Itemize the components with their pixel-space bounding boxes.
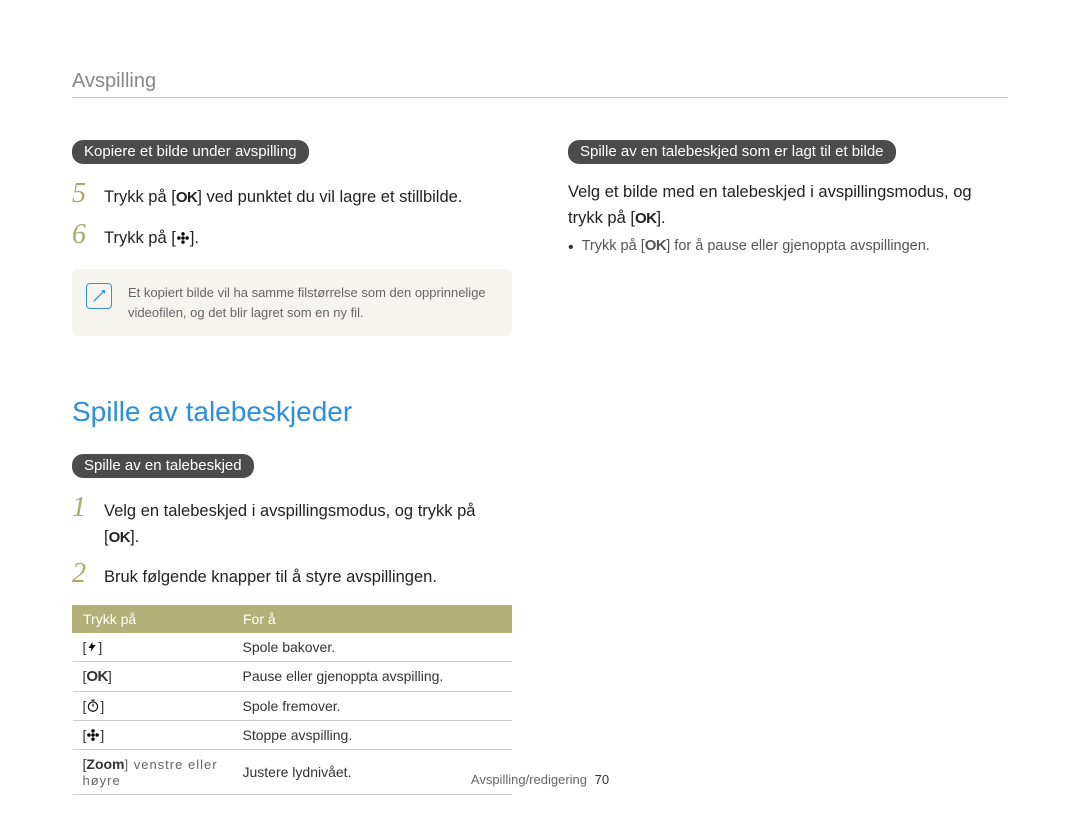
bullet-post: ] for å pause eller gjenoppta avspilling… <box>666 238 930 254</box>
step6-text-post: ]. <box>190 229 199 247</box>
right-body-post: ]. <box>656 209 665 227</box>
table-row: [] Spole bakover. <box>73 632 512 661</box>
table-row: [] Spole fremover. <box>73 691 512 720</box>
step6-text-pre: Trykk på [ <box>104 229 176 247</box>
step1-text-pre: Velg en talebeskjed i avspillingsmodus, … <box>104 502 475 546</box>
cell-desc: Pause eller gjenoppta avspilling. <box>233 661 512 691</box>
breadcrumb: Avspilling <box>72 70 1008 98</box>
table-header-press: Trykk på <box>73 605 233 632</box>
cell-desc: Spole fremover. <box>233 691 512 720</box>
table-row: [] Stoppe avspilling. <box>73 720 512 749</box>
step5-text-pre: Trykk på [ <box>104 188 176 206</box>
left-column: Kopiere et bilde under avspilling 5 Tryk… <box>72 140 512 795</box>
ok-icon: OK <box>86 668 108 685</box>
pill-play-voice: Spille av en talebeskjed <box>72 454 254 478</box>
step-number-2: 2 <box>72 560 92 588</box>
section-title: Spille av talebeskjeder <box>72 396 512 428</box>
footer-page-number: 70 <box>595 772 609 787</box>
pill-copy-image: Kopiere et bilde under avspilling <box>72 140 309 164</box>
note-icon <box>86 283 112 309</box>
cell-key-flower: [] <box>73 720 233 749</box>
footer-section: Avspilling/redigering <box>471 772 587 787</box>
flash-icon <box>86 640 98 654</box>
step-number-5: 5 <box>72 180 92 208</box>
note-box: Et kopiert bilde vil ha samme filstørrel… <box>72 269 512 336</box>
right-body-pre: Velg et bilde med en talebeskjed i avspi… <box>568 183 972 227</box>
step-2: 2 Bruk følgende knapper til å styre avsp… <box>72 560 512 591</box>
flower-icon <box>86 728 100 742</box>
cell-key-ok: [OK] <box>73 661 233 691</box>
bullet-pre: Trykk på [ <box>582 238 645 254</box>
ok-icon: OK <box>645 237 667 254</box>
cell-key-flash: [] <box>73 632 233 661</box>
step-6: 6 Trykk på []. <box>72 221 512 252</box>
note-text: Et kopiert bilde vil ha samme filstørrel… <box>128 285 486 320</box>
step2-text: Bruk følgende knapper til å styre avspil… <box>104 565 437 591</box>
right-bullet: • Trykk på [OK] for å pause eller gjenop… <box>568 237 1008 259</box>
step5-text-post: ] ved punktet du vil lagre et stillbilde… <box>197 188 462 206</box>
pill-play-attached-voice: Spille av en talebeskjed som er lagt til… <box>568 140 896 164</box>
step1-text-post: ]. <box>130 528 139 546</box>
step-5: 5 Trykk på [OK] ved punktet du vil lagre… <box>72 180 512 211</box>
flower-icon <box>176 231 190 245</box>
step-1: 1 Velg en talebeskjed i avspillingsmodus… <box>72 494 512 550</box>
ok-icon: OK <box>109 529 131 546</box>
step-number-1: 1 <box>72 494 92 522</box>
page-footer: Avspilling/redigering 70 <box>0 772 1080 787</box>
ok-icon: OK <box>635 210 657 227</box>
cell-key-timer: [] <box>73 691 233 720</box>
table-row: [OK] Pause eller gjenoppta avspilling. <box>73 661 512 691</box>
right-column: Spille av en talebeskjed som er lagt til… <box>568 140 1008 795</box>
zoom-strong: Zoom <box>86 756 124 772</box>
timer-icon <box>86 699 100 713</box>
cell-desc: Spole bakover. <box>233 632 512 661</box>
ok-icon: OK <box>176 189 198 206</box>
controls-table: Trykk på For å [] Spole bakover. [OK] Pa… <box>72 605 512 795</box>
bullet-dot: • <box>568 237 574 259</box>
table-header-action: For å <box>233 605 512 632</box>
step-number-6: 6 <box>72 221 92 249</box>
right-body: Velg et bilde med en talebeskjed i avspi… <box>568 180 1008 231</box>
cell-desc: Stoppe avspilling. <box>233 720 512 749</box>
